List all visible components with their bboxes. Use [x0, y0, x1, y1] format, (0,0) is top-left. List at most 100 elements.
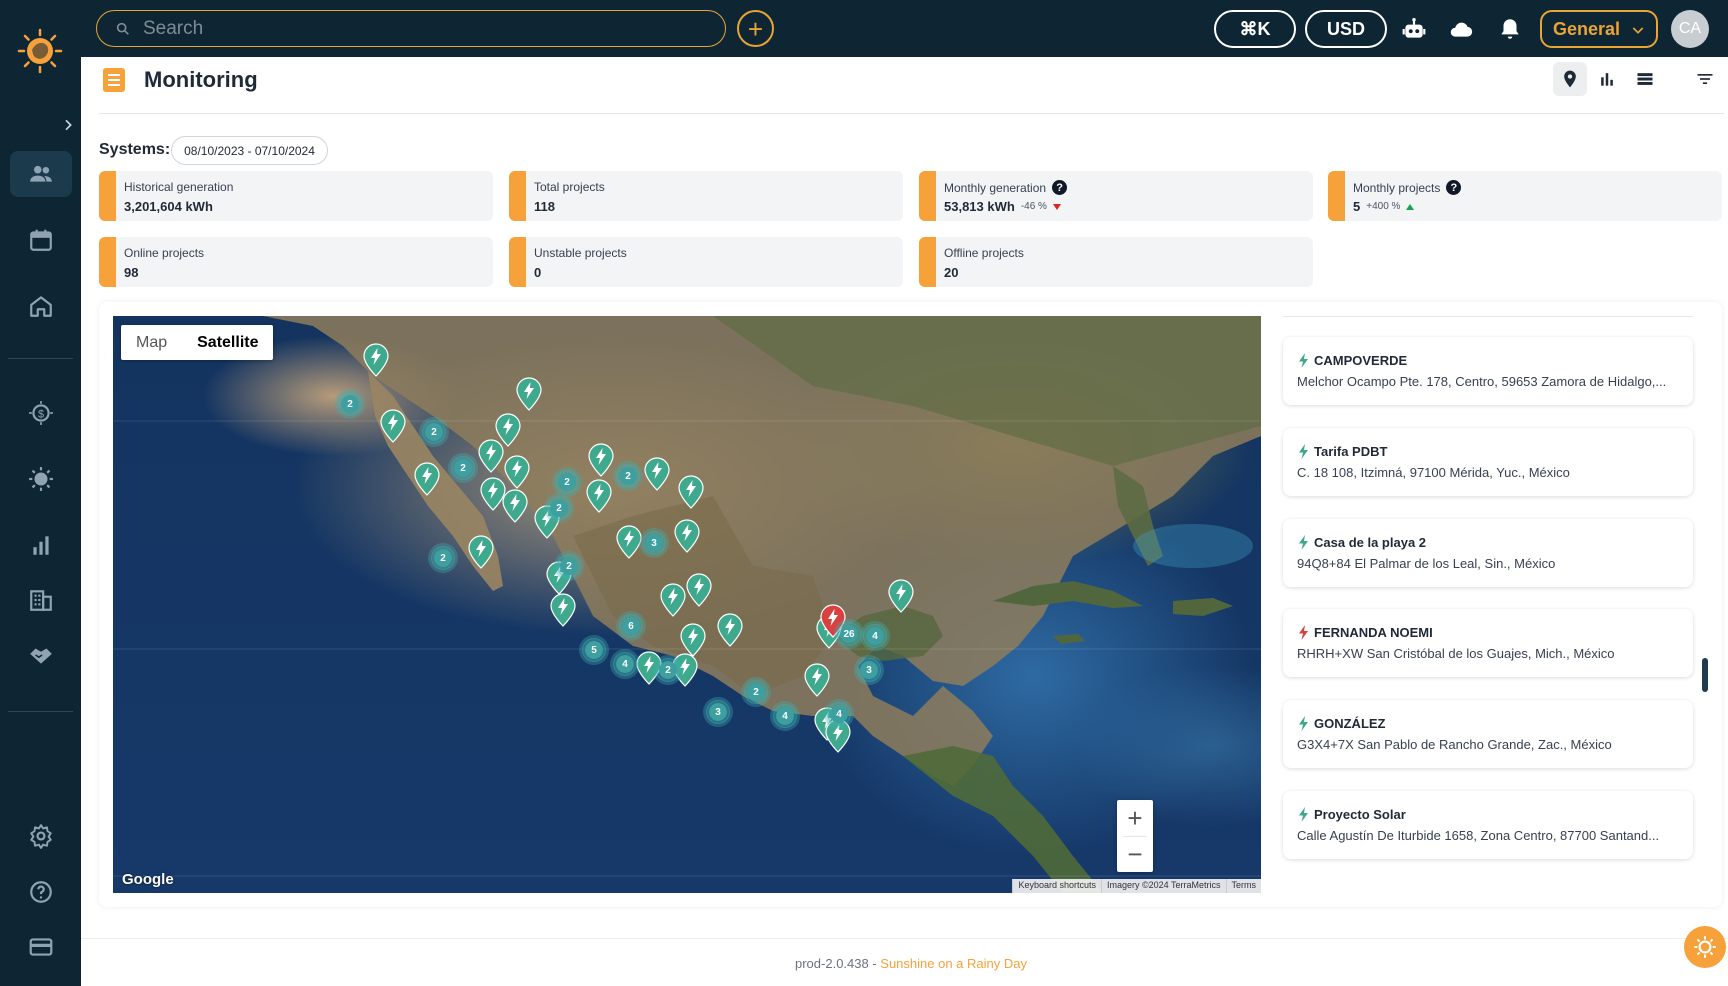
marker-cluster[interactable]: 4 — [613, 652, 637, 676]
marker-cluster[interactable]: 4 — [863, 624, 887, 648]
sidebar-item-calendar[interactable] — [10, 217, 72, 263]
marker-cluster[interactable]: 4 — [827, 702, 851, 726]
project-marker[interactable] — [549, 593, 577, 627]
marker-cluster[interactable]: 3 — [706, 700, 730, 724]
project-name: Casa de la playa 2 — [1297, 535, 1426, 550]
marker-cluster[interactable]: 2 — [744, 680, 768, 704]
help-icon[interactable]: ? — [1446, 180, 1462, 195]
sidebar-item-help[interactable] — [10, 869, 72, 915]
project-marker[interactable] — [685, 573, 713, 607]
marker-cluster[interactable]: 2 — [656, 658, 680, 682]
zoom-in-button[interactable]: + — [1117, 800, 1153, 836]
project-marker[interactable] — [501, 489, 529, 523]
marker-cluster[interactable]: 2 — [431, 546, 455, 570]
project-marker[interactable] — [515, 377, 543, 411]
marker-cluster[interactable]: 2 — [422, 420, 446, 444]
sidebar-item-reports[interactable] — [10, 522, 72, 568]
map-view-button[interactable] — [1553, 62, 1587, 96]
users-icon — [30, 165, 52, 182]
project-marker[interactable] — [643, 457, 671, 491]
add-button[interactable]: + — [737, 10, 774, 47]
stat-label: Monthly generation — [944, 180, 1047, 195]
google-logo: Google — [122, 871, 174, 888]
project-marker[interactable] — [413, 462, 441, 496]
project-marker[interactable] — [716, 613, 744, 647]
command-palette-button[interactable]: ⌘K — [1214, 10, 1296, 48]
project-marker[interactable] — [803, 663, 831, 697]
cloud-icon[interactable] — [1446, 14, 1476, 44]
stat-card-historical-generation: Historical generation 3,201,604 kWh — [99, 171, 493, 221]
marker-cluster[interactable]: 4 — [773, 704, 797, 728]
marker-cluster[interactable]: 26 — [837, 622, 861, 646]
marker-cluster[interactable]: 6 — [619, 614, 643, 638]
map-type-satellite[interactable]: Satellite — [182, 325, 273, 360]
currency-button[interactable]: USD — [1305, 10, 1387, 48]
marker-cluster[interactable]: 2 — [338, 392, 362, 416]
stat-label: Monthly projects — [1353, 180, 1441, 195]
sidebar-item-finance[interactable]: $ — [10, 390, 72, 436]
project-marker[interactable] — [679, 623, 707, 657]
sidebar-item-companies[interactable] — [10, 577, 72, 623]
sidebar-item-settings[interactable] — [10, 813, 72, 859]
avatar[interactable]: CA — [1671, 10, 1709, 48]
project-marker[interactable] — [467, 535, 495, 569]
marker-cluster[interactable]: 2 — [616, 464, 640, 488]
search-box[interactable] — [96, 10, 726, 47]
project-marker[interactable] — [585, 479, 613, 513]
marker-cluster[interactable]: 3 — [642, 531, 666, 555]
project-card[interactable]: Proyecto Solar Calle Agustín De Iturbide … — [1283, 791, 1693, 859]
marker-cluster[interactable]: 5 — [582, 638, 606, 662]
sidebar-item-users[interactable] — [10, 151, 72, 197]
svg-text:$: $ — [38, 408, 44, 420]
sidebar-item-home[interactable] — [10, 283, 72, 329]
keyboard-shortcuts-link[interactable]: Keyboard shortcuts — [1012, 879, 1101, 893]
project-marker[interactable] — [887, 579, 915, 613]
sidebar-item-partners[interactable] — [10, 632, 72, 678]
workspace-dropdown[interactable]: General — [1540, 10, 1658, 48]
project-address: Melchor Ocampo Pte. 178, Centro, 59653 Z… — [1297, 374, 1667, 389]
project-marker[interactable] — [673, 519, 701, 553]
stat-value: 5 — [1353, 199, 1361, 214]
project-card[interactable]: Casa de la playa 2 94Q8+84 El Palmar de l… — [1283, 519, 1693, 587]
project-card[interactable]: CAMPOVERDE Melchor Ocampo Pte. 178, Centr… — [1283, 337, 1693, 405]
date-range-picker[interactable]: 08/10/2023 - 07/10/2024 — [171, 136, 328, 165]
sidebar-divider — [8, 711, 73, 712]
scrollbar[interactable] — [1702, 658, 1708, 692]
expand-sidebar-icon[interactable] — [55, 112, 81, 138]
project-marker[interactable] — [615, 525, 643, 559]
marker-cluster[interactable]: 3 — [857, 658, 881, 682]
project-marker[interactable] — [477, 439, 505, 473]
sidebar-item-billing[interactable] — [10, 924, 72, 970]
project-name: Tarifa PDBT — [1297, 444, 1387, 459]
project-marker[interactable] — [379, 409, 407, 443]
project-card[interactable]: GONZÁLEZ G3X4+7X San Pablo de Rancho Gran… — [1283, 700, 1693, 768]
trend-down-icon — [1052, 203, 1061, 210]
project-marker[interactable] — [587, 443, 615, 477]
marker-cluster[interactable]: 2 — [547, 496, 571, 520]
terms-link[interactable]: Terms — [1225, 879, 1261, 893]
marker-cluster[interactable]: 2 — [555, 470, 579, 494]
filter-button[interactable] — [1688, 62, 1722, 96]
stat-delta: +400 % — [1366, 201, 1401, 212]
project-card[interactable]: FERNANDA NOEMI RHRH+XW San Cristóbal de l… — [1283, 609, 1693, 677]
project-marker[interactable] — [677, 475, 705, 509]
search-input[interactable] — [143, 17, 703, 40]
project-marker[interactable] — [362, 343, 390, 377]
sidebar-item-monitoring[interactable] — [10, 456, 72, 502]
zoom-out-button[interactable]: − — [1117, 836, 1153, 872]
marker-cluster[interactable]: 2 — [451, 456, 475, 480]
map-type-map[interactable]: Map — [121, 325, 182, 360]
marker-cluster[interactable]: 2 — [557, 554, 581, 578]
sun-logo-icon[interactable] — [17, 28, 63, 74]
support-button[interactable] — [1684, 926, 1726, 968]
list-view-button[interactable] — [1628, 62, 1662, 96]
bell-icon[interactable] — [1495, 14, 1525, 44]
chart-view-button[interactable] — [1590, 62, 1624, 96]
project-card[interactable]: Tarifa PDBT C. 18 108, Itzimná, 97100 Mér… — [1283, 428, 1693, 496]
robot-icon[interactable] — [1399, 14, 1429, 44]
project-marker[interactable] — [659, 583, 687, 617]
satellite-map[interactable]: 2 2 2 2 2 2 2 3 2 6 5 4 2 3 2 4 26 4 3 4 Map Satellite + − … — [113, 316, 1261, 893]
stat-value: 98 — [124, 265, 139, 280]
help-icon[interactable]: ? — [1052, 180, 1068, 195]
project-marker[interactable] — [503, 455, 531, 489]
